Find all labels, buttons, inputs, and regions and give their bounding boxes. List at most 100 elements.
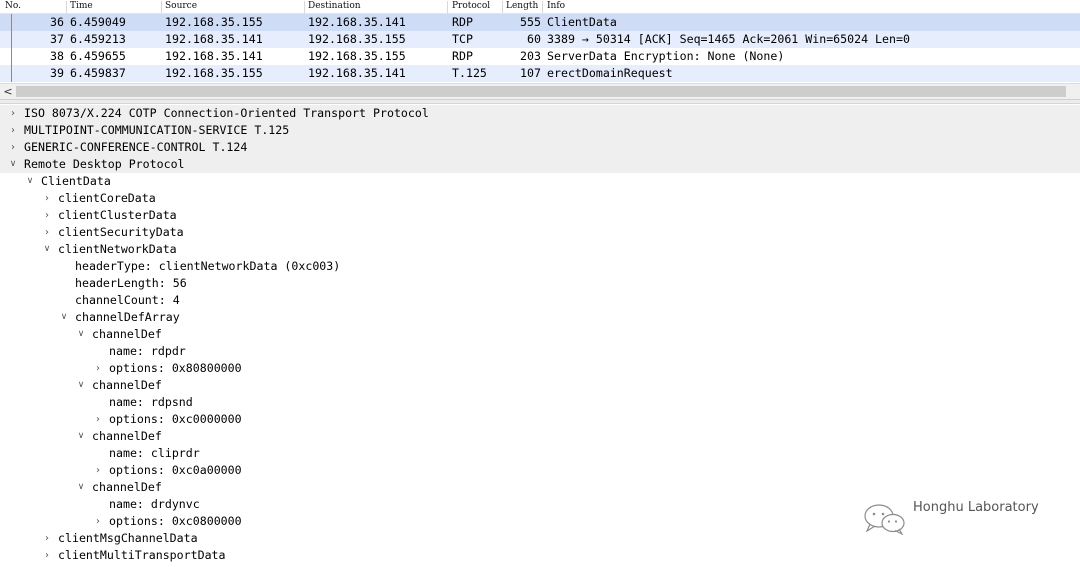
collapsed-chevron-icon[interactable]: ›: [7, 122, 19, 139]
packet-info: ClientData: [547, 15, 617, 29]
tree-node[interactable]: ∨ channelDef: [0, 377, 1080, 394]
expanded-chevron-icon[interactable]: ∨: [58, 309, 70, 326]
scroll-left-icon[interactable]: <: [1, 84, 15, 99]
horizontal-scrollbar[interactable]: <: [0, 83, 1080, 100]
expanded-chevron-icon[interactable]: ∨: [75, 377, 87, 394]
packet-row[interactable]: 39 6.459837 192.168.35.155 192.168.35.141 T.…: [0, 65, 1080, 82]
tree-node[interactable]: › MULTIPOINT-COMMUNICATION-SERVICE T.125: [0, 122, 1080, 139]
column-length[interactable]: Length: [506, 1, 538, 11]
packet-protocol: RDP: [452, 49, 473, 63]
row-marker: [11, 65, 12, 82]
tree-node[interactable]: › clientMultiTransportData: [0, 547, 1080, 564]
tree-node-label: headerType: clientNetworkData (0xc003): [75, 259, 341, 273]
tree-node-label: clientCoreData: [58, 191, 156, 205]
watermark-text: Honghu Laboratory: [913, 500, 1039, 515]
packet-source: 192.168.35.141: [165, 32, 263, 46]
packet-time: 6.459049: [70, 15, 126, 29]
packet-info: ServerData Encryption: None (None): [547, 49, 785, 63]
packet-list: No. Time Source Destination Protocol Len…: [0, 0, 1080, 100]
expanded-chevron-icon[interactable]: ∨: [75, 428, 87, 445]
tree-node[interactable]: › GENERIC-CONFERENCE-CONTROL T.124: [0, 139, 1080, 156]
tree-node[interactable]: name: rdpsnd: [0, 394, 1080, 411]
tree-node-label: channelDef: [92, 327, 162, 341]
packet-row[interactable]: 38 6.459655 192.168.35.141 192.168.35.155 RD…: [0, 48, 1080, 65]
packet-protocol: TCP: [452, 32, 473, 46]
packet-no: 38: [50, 49, 64, 63]
tree-node[interactable]: ∨ channelDef: [0, 326, 1080, 343]
packet-source: 192.168.35.141: [165, 49, 263, 63]
collapsed-chevron-icon[interactable]: ›: [41, 190, 53, 207]
tree-node[interactable]: name: cliprdr: [0, 445, 1080, 462]
tree-node-label: ClientData: [41, 174, 111, 188]
packet-length: 555: [520, 15, 541, 29]
tree-node-label: name: rdpdr: [109, 344, 186, 358]
tree-node[interactable]: ∨ ClientData: [0, 173, 1080, 190]
column-source[interactable]: Source: [165, 1, 197, 11]
collapsed-chevron-icon[interactable]: ›: [92, 462, 104, 479]
tree-node[interactable]: ∨ channelDefArray: [0, 309, 1080, 326]
tree-node-label: headerLength: 56: [75, 276, 187, 290]
expanded-chevron-icon[interactable]: ∨: [41, 241, 53, 258]
expanded-chevron-icon[interactable]: ∨: [24, 173, 36, 190]
packet-no: 36: [50, 15, 64, 29]
tree-node[interactable]: › ISO 8073/X.224 COTP Connection-Oriented…: [0, 105, 1080, 122]
collapsed-chevron-icon[interactable]: ›: [41, 530, 53, 547]
tree-node[interactable]: headerLength: 56: [0, 275, 1080, 292]
tree-node[interactable]: headerType: clientNetworkData (0xc003): [0, 258, 1080, 275]
collapsed-chevron-icon[interactable]: ›: [41, 547, 53, 564]
row-marker: [11, 14, 12, 31]
expanded-chevron-icon[interactable]: ∨: [7, 156, 19, 173]
tree-node-label: options: 0x80800000: [109, 361, 242, 375]
tree-node-label: clientClusterData: [58, 208, 177, 222]
column-info[interactable]: Info: [547, 1, 565, 11]
tree-node[interactable]: › clientSecurityData: [0, 224, 1080, 241]
tree-node[interactable]: name: rdpdr: [0, 343, 1080, 360]
collapsed-chevron-icon[interactable]: ›: [41, 207, 53, 224]
collapsed-chevron-icon[interactable]: ›: [41, 224, 53, 241]
tree-node-label: ISO 8073/X.224 COTP Connection-Oriented …: [24, 106, 429, 120]
tree-node-label: channelDef: [92, 429, 162, 443]
collapsed-chevron-icon[interactable]: ›: [7, 139, 19, 156]
tree-node[interactable]: › options: 0xc0000000: [0, 411, 1080, 428]
column-time[interactable]: Time: [70, 1, 93, 11]
tree-node-label: options: 0xc0a00000: [109, 463, 242, 477]
packet-info: 3389 → 50314 [ACK] Seq=1465 Ack=2061 Win…: [547, 32, 910, 46]
tree-node[interactable]: › clientCoreData: [0, 190, 1080, 207]
tree-node-label: clientNetworkData: [58, 242, 177, 256]
column-header: No. Time Source Destination Protocol Len…: [0, 0, 1080, 14]
packet-destination: 192.168.35.141: [308, 66, 406, 80]
column-destination[interactable]: Destination: [308, 1, 361, 11]
packet-time: 6.459655: [70, 49, 126, 63]
tree-node-label: channelDef: [92, 378, 162, 392]
packet-row[interactable]: 36 6.459049 192.168.35.155 192.168.35.141 RD…: [0, 14, 1080, 31]
tree-node[interactable]: › clientClusterData: [0, 207, 1080, 224]
packet-length: 107: [520, 66, 541, 80]
column-no[interactable]: No.: [5, 1, 21, 11]
tree-node[interactable]: ∨ Remote Desktop Protocol: [0, 156, 1080, 173]
tree-node[interactable]: channelCount: 4: [0, 292, 1080, 309]
tree-node[interactable]: ∨ channelDef: [0, 428, 1080, 445]
tree-node-label: channelDefArray: [75, 310, 180, 324]
packet-source: 192.168.35.155: [165, 15, 263, 29]
tree-node[interactable]: › options: 0x80800000: [0, 360, 1080, 377]
packet-destination: 192.168.35.141: [308, 15, 406, 29]
packet-source: 192.168.35.155: [165, 66, 263, 80]
expanded-chevron-icon[interactable]: ∨: [75, 479, 87, 496]
column-protocol[interactable]: Protocol: [452, 1, 490, 11]
collapsed-chevron-icon[interactable]: ›: [92, 513, 104, 530]
expanded-chevron-icon[interactable]: ∨: [75, 326, 87, 343]
collapsed-chevron-icon[interactable]: ›: [92, 411, 104, 428]
tree-node-label: options: 0xc0000000: [109, 412, 242, 426]
packet-length: 203: [520, 49, 541, 63]
tree-node[interactable]: ∨ channelDef: [0, 479, 1080, 496]
tree-node-label: options: 0xc0800000: [109, 514, 242, 528]
tree-node-label: MULTIPOINT-COMMUNICATION-SERVICE T.125: [24, 123, 290, 137]
packet-destination: 192.168.35.155: [308, 49, 406, 63]
collapsed-chevron-icon[interactable]: ›: [92, 360, 104, 377]
collapsed-chevron-icon[interactable]: ›: [7, 105, 19, 122]
packet-row[interactable]: 37 6.459213 192.168.35.141 192.168.35.155 TC…: [0, 31, 1080, 48]
tree-node[interactable]: ∨ clientNetworkData: [0, 241, 1080, 258]
tree-node[interactable]: › options: 0xc0a00000: [0, 462, 1080, 479]
packet-protocol: T.125: [452, 66, 487, 80]
scrollbar-thumb[interactable]: [16, 86, 1066, 97]
